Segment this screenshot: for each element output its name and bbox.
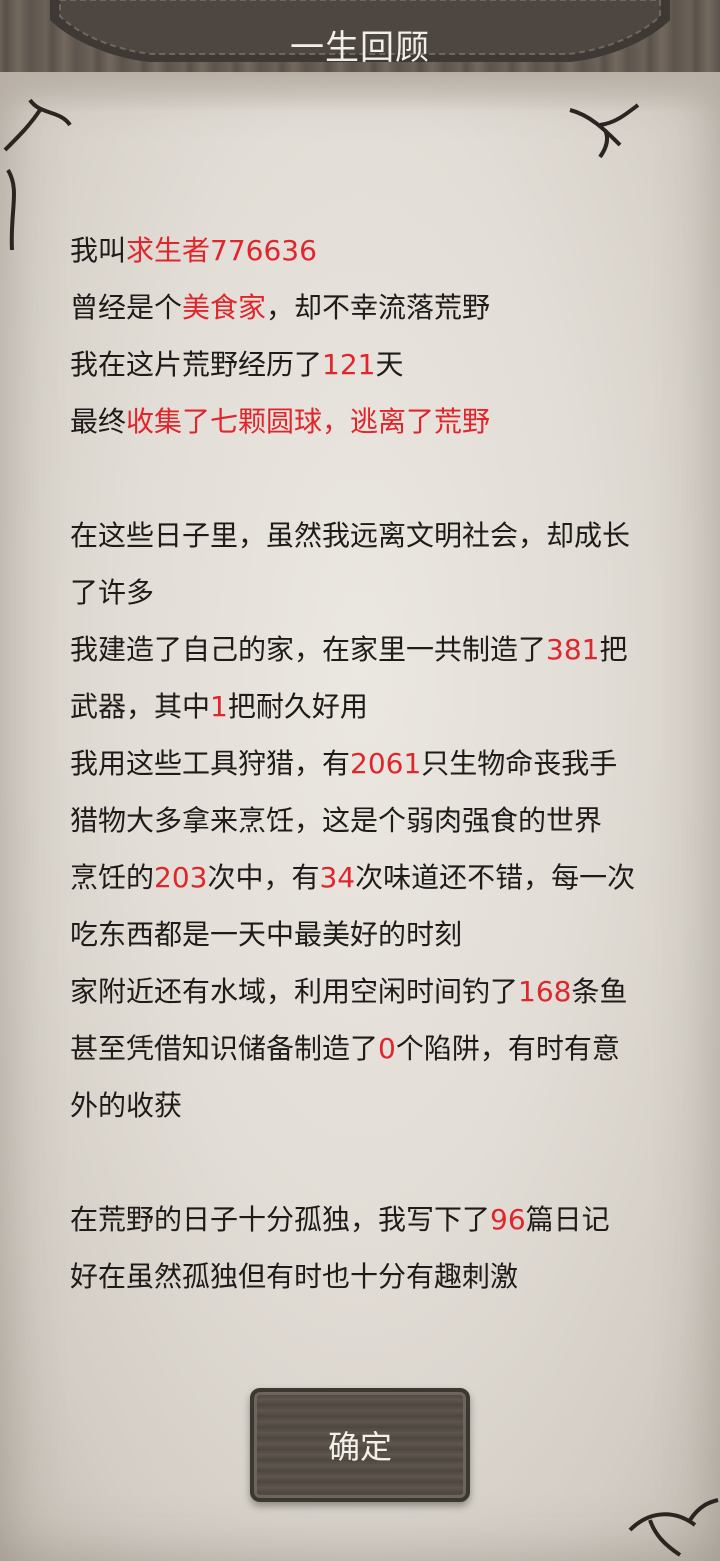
story-line: 在这些日子里，虽然我远离文明社会，却成长 [70, 507, 660, 564]
story-text: 烹饪的 [70, 861, 155, 894]
highlighted-text: 34 [319, 861, 356, 894]
story-text: 条鱼 [571, 975, 628, 1008]
story-text: 只生物命丧我手 [421, 747, 618, 780]
confirm-button[interactable]: 确定 [250, 1388, 470, 1502]
story-line: 外的收获 [70, 1077, 660, 1134]
story-text: 外的收获 [70, 1089, 183, 1122]
story-line: 我在这片荒野经历了121天 [70, 336, 660, 393]
story-text: 曾经是个 [70, 291, 183, 324]
story-line: 我叫求生者776636 [70, 222, 660, 279]
story-text: 我用这些工具狩猎，有 [70, 747, 351, 780]
story-text: 好在虽然孤独但有时也十分有趣刺激 [70, 1260, 519, 1292]
page-title: 一生回顾 [290, 28, 430, 68]
story-text: 最终 [70, 405, 127, 438]
story-line: 好在虽然孤独但有时也十分有趣刺激 [70, 1248, 660, 1292]
story-text: 天 [375, 348, 404, 381]
story-text: 吃东西都是一天中最美好的时刻 [70, 918, 463, 951]
story-line: 家附近还有水域，利用空闲时间钓了168条鱼 [70, 963, 660, 1020]
highlighted-text: 求生者776636 [126, 234, 317, 267]
story-text: 篇日记 [525, 1203, 610, 1236]
story-text: 我在这片荒野经历了 [70, 348, 323, 381]
life-review-screen: 一生回顾 我叫求生者776636 曾经是个美食家，却不幸流落荒野 我在这片荒野经历了… [0, 0, 720, 1561]
story-text-area[interactable]: 我叫求生者776636 曾经是个美食家，却不幸流落荒野 我在这片荒野经历了121天最… [70, 222, 660, 1292]
highlighted-text: 1 [210, 690, 228, 723]
story-line: 了许多 [70, 564, 660, 621]
story-line: 吃东西都是一天中最美好的时刻 [70, 906, 660, 963]
story-text: 个陷阱，有时有意 [395, 1032, 620, 1065]
vine-decoration-top-right [569, 103, 640, 159]
story-text: 次味道还不错，每一次 [355, 861, 636, 894]
highlighted-text: 96 [490, 1203, 526, 1236]
highlighted-text: 收集了七颗圆球，逃离了荒野 [126, 405, 491, 438]
story-line: 我建造了自己的家，在家里一共制造了381把 [70, 621, 660, 678]
story-text: 在荒野的日子十分孤独，我写下了 [70, 1203, 491, 1236]
story-text: 家附近还有水域，利用空闲时间钓了 [70, 975, 519, 1008]
story-line: 猎物大多拿来烹饪，这是个弱肉强食的世界 [70, 792, 660, 849]
story-text: 把 [599, 633, 628, 666]
story-text: 了许多 [70, 576, 155, 609]
confirm-button-label: 确定 [327, 1428, 392, 1466]
story-text: 我叫 [70, 234, 127, 267]
story-text: 在这些日子里，虽然我远离文明社会，却成长 [70, 519, 631, 552]
highlighted-text: 0 [378, 1032, 396, 1065]
story-line: 在荒野的日子十分孤独，我写下了96篇日记 [70, 1191, 660, 1248]
story-text: ，却不幸流落荒野 [266, 291, 491, 324]
story-line: 曾经是个美食家，却不幸流落荒野 [70, 279, 660, 336]
story-text: 猎物大多拿来烹饪，这是个弱肉强食的世界 [70, 804, 603, 837]
story-line: 烹饪的203次中，有34次味道还不错，每一次 [70, 849, 660, 906]
highlighted-text: 121 [322, 348, 376, 381]
story-text: 武器，其中 [70, 690, 211, 723]
highlighted-text: 美食家 [182, 291, 267, 324]
story-text: 我建造了自己的家，在家里一共制造了 [70, 633, 547, 666]
story-text: 甚至凭借知识储备制造了 [70, 1032, 379, 1065]
story-line: 甚至凭借知识储备制造了0个陷阱，有时有意 [70, 1020, 660, 1077]
story-line: 我用这些工具狩猎，有2061只生物命丧我手 [70, 735, 660, 792]
story-text: 次中，有 [207, 861, 320, 894]
highlighted-text: 203 [154, 861, 208, 894]
story-text: 把耐久好用 [227, 690, 368, 723]
highlighted-text: 2061 [350, 747, 422, 780]
highlighted-text: 168 [518, 975, 572, 1008]
highlighted-text: 381 [546, 633, 600, 666]
story-line: 最终收集了七颗圆球，逃离了荒野 [70, 393, 660, 450]
story-line: 武器，其中1把耐久好用 [70, 678, 660, 735]
vine-decoration-bottom-right [628, 1498, 719, 1557]
